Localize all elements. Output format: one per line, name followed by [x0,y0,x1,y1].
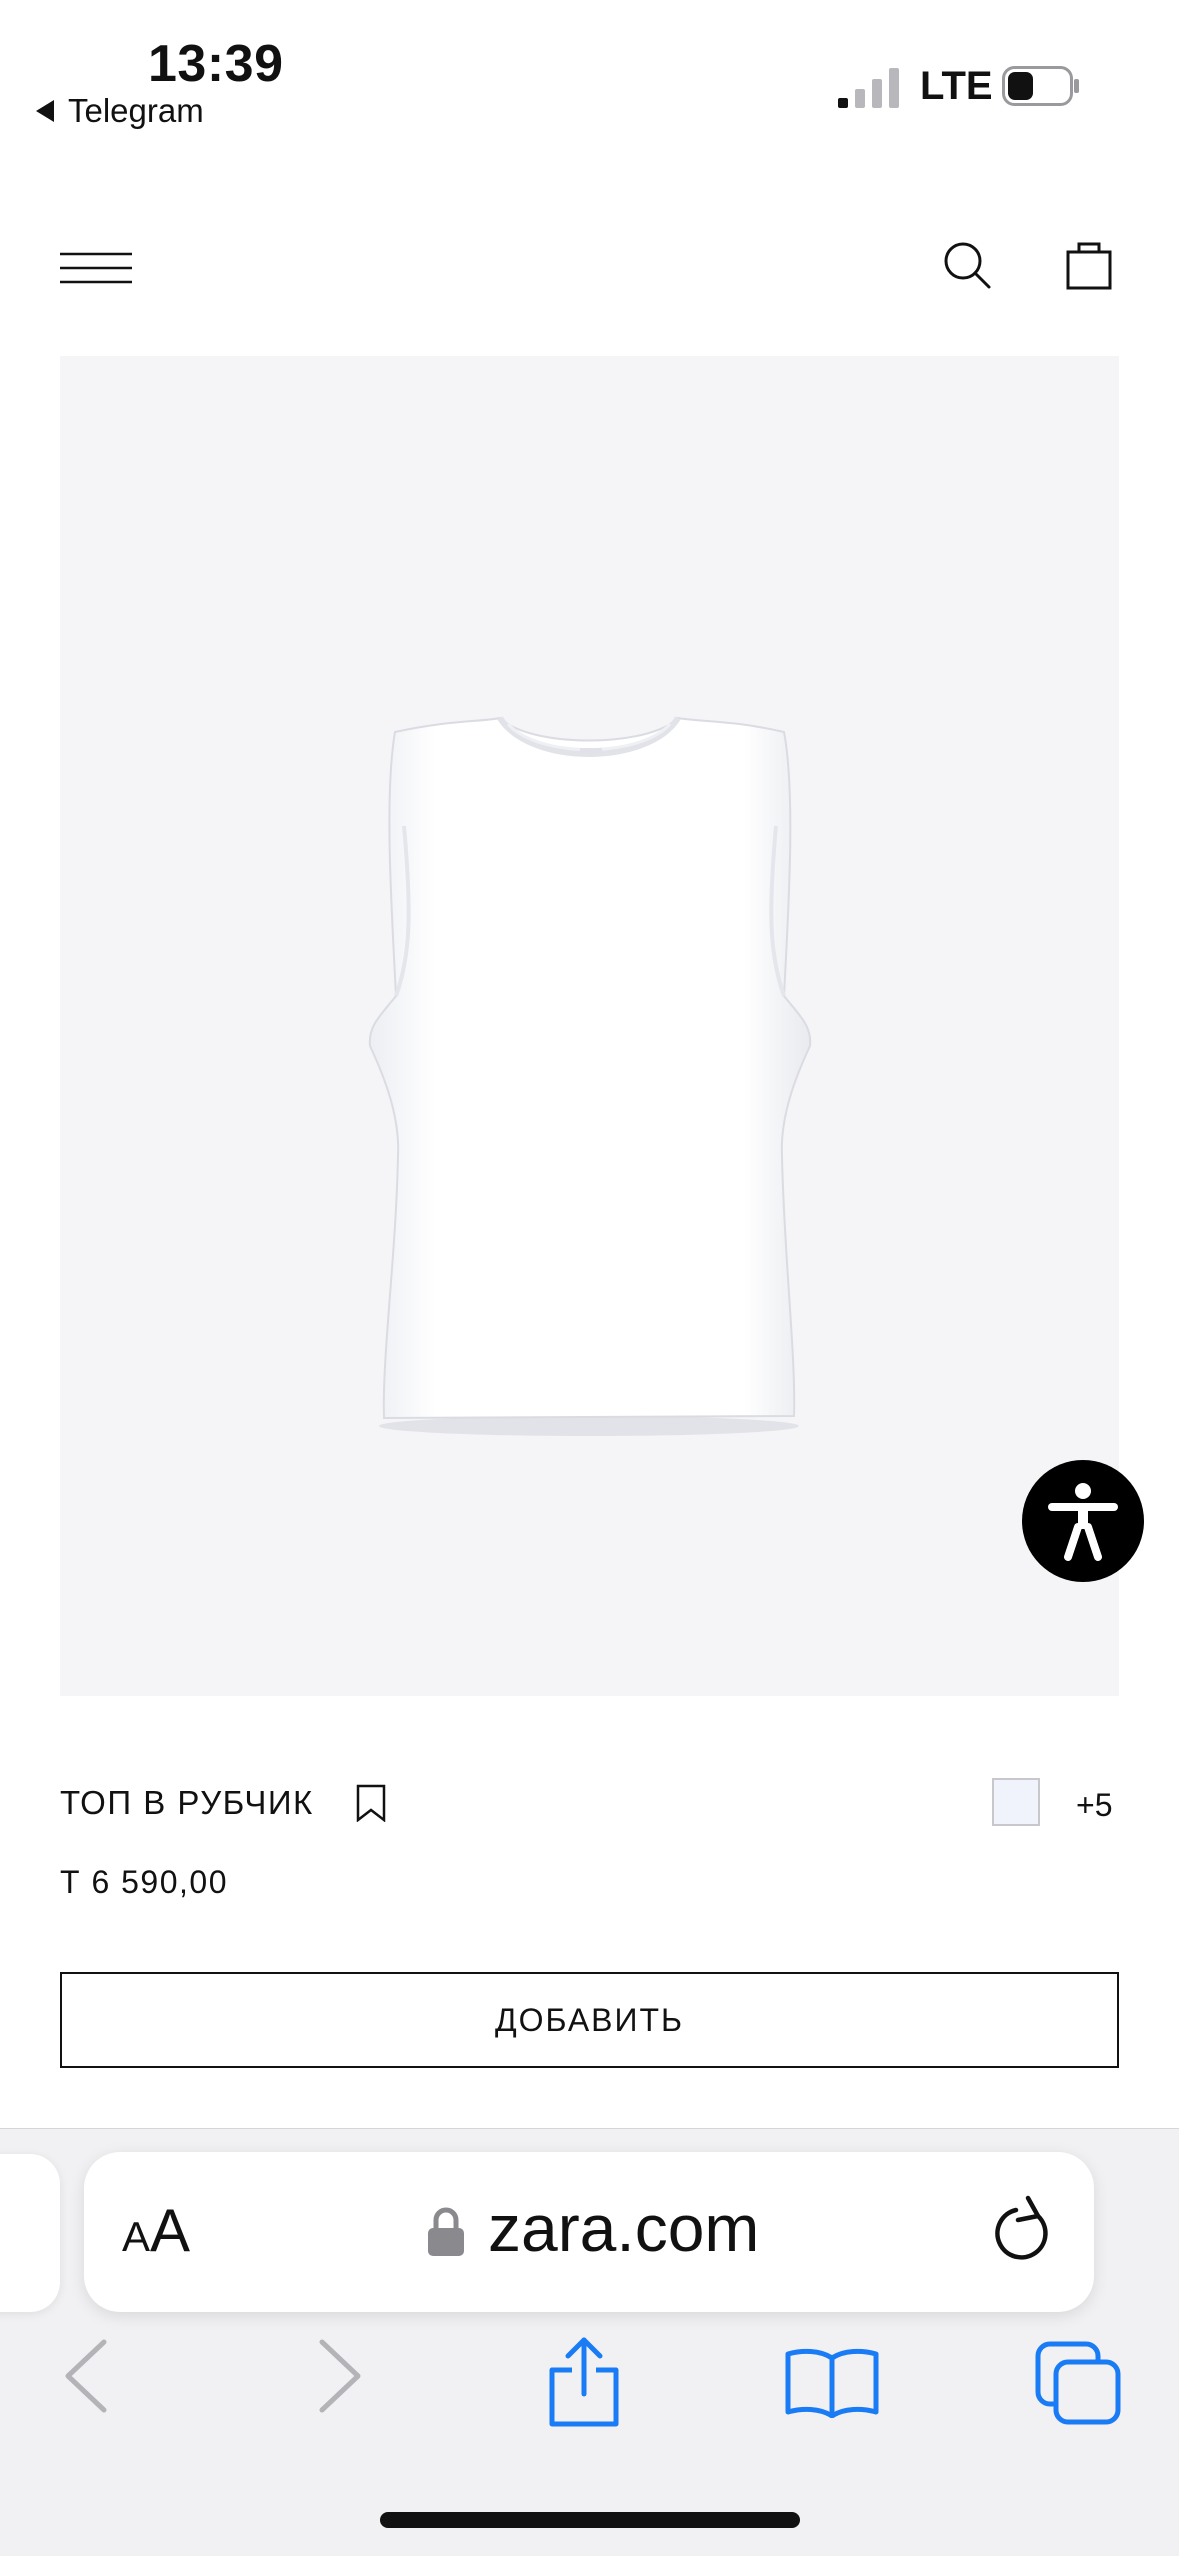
product-name: ТОП В РУБЧИК [60,1784,314,1821]
accessibility-button[interactable] [1022,1460,1144,1582]
tank-top-illustration [368,716,812,1436]
color-swatch[interactable] [992,1778,1040,1826]
product-image[interactable] [60,356,1119,1696]
browser-forward-icon[interactable] [316,2338,364,2414]
tabs-icon[interactable] [1034,2340,1122,2426]
battery-icon [1002,66,1079,106]
network-type: LTE [920,64,993,108]
product-price: Т 6 590,00 [60,1864,228,1900]
lock-icon [428,2207,464,2256]
back-app-label: Telegram [68,92,204,129]
search-icon[interactable] [942,240,992,290]
cellular-signal-icon [838,68,899,108]
browser-back-icon[interactable] [62,2338,110,2414]
home-indicator[interactable] [380,2512,800,2528]
share-icon[interactable] [546,2334,622,2430]
status-time: 13:39 [148,35,284,93]
bookmark-icon[interactable] [356,1784,386,1822]
add-to-cart-button[interactable]: ДОБАВИТЬ [60,1972,1119,2068]
text-size-button[interactable]: AA [122,2196,190,2265]
more-colors-count[interactable]: +5 [1076,1787,1112,1824]
reload-icon[interactable] [992,2194,1056,2266]
shopping-bag-icon[interactable] [1066,238,1112,290]
back-arrow-icon [36,100,54,122]
hamburger-menu-icon[interactable] [60,252,132,284]
accessibility-icon [1048,1483,1118,1561]
previous-tab-card[interactable] [0,2154,60,2312]
url-text[interactable]: zara.com [488,2190,759,2266]
bookmarks-icon[interactable] [784,2346,880,2418]
back-to-app-link[interactable]: Telegram [36,92,204,130]
